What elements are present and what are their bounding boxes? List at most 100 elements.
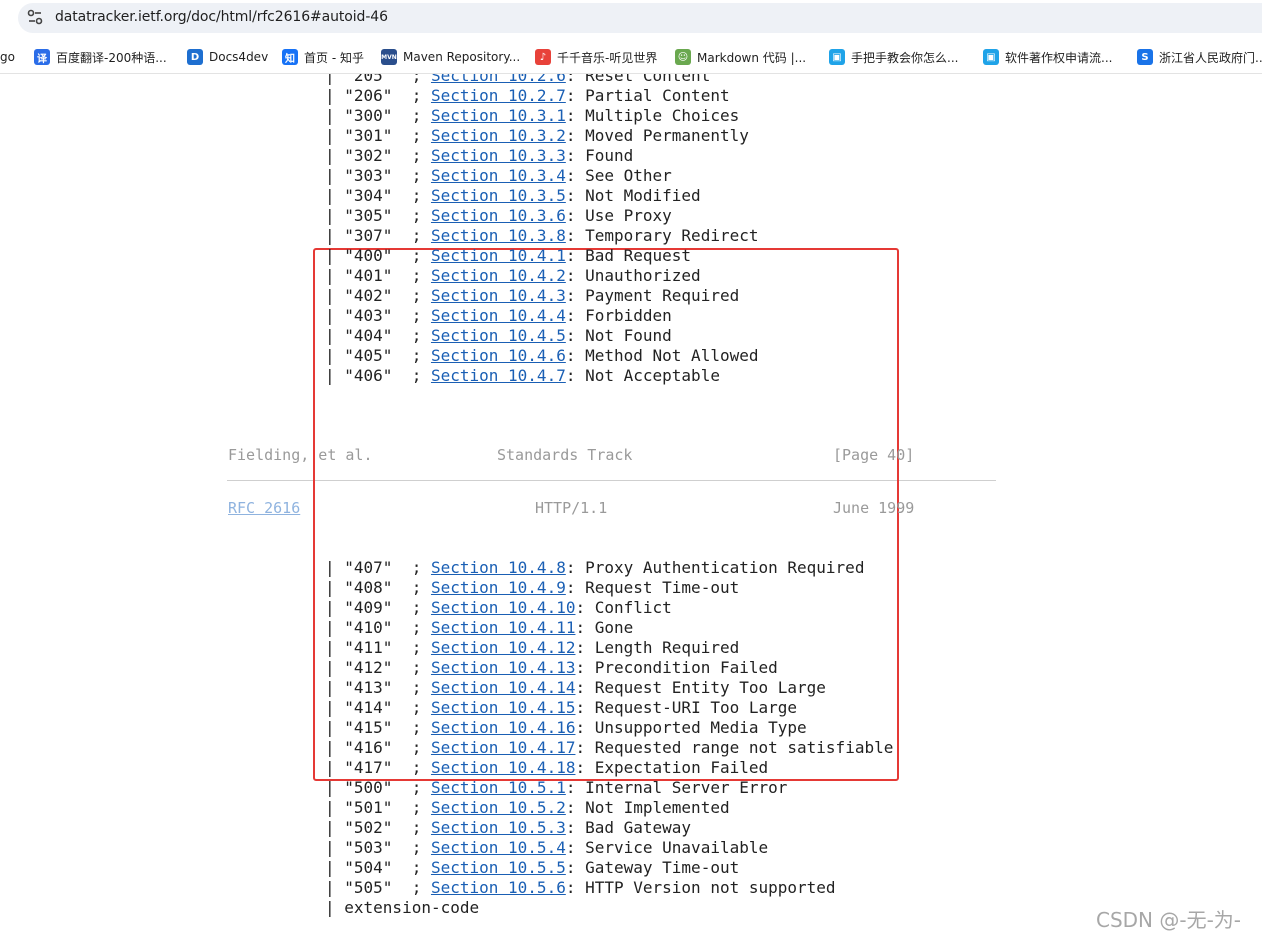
reason-phrase: : Method Not Allowed — [565, 346, 759, 365]
status-code: | "417" ; — [325, 758, 431, 777]
page-header-left[interactable]: RFC 2616 — [228, 498, 300, 518]
status-code: | "301" ; — [325, 126, 431, 145]
bookmark-label: 手把手教会你怎么... — [851, 50, 959, 65]
address-bar-area: datatracker.ietf.org/doc/html/rfc2616#au… — [0, 0, 1262, 37]
page-footer-left: Fielding, et al. — [228, 446, 373, 464]
section-link[interactable]: Section 10.4.8 — [431, 558, 566, 577]
status-code-line: | "402" ; Section 10.4.3: Payment Requir… — [325, 286, 739, 306]
status-code: | "409" ; — [325, 598, 431, 617]
status-code-line: | "413" ; Section 10.4.14: Request Entit… — [325, 678, 826, 698]
reason-phrase: : Unsupported Media Type — [575, 718, 807, 737]
status-code: | "305" ; — [325, 206, 431, 225]
status-code-line: | "307" ; Section 10.3.8: Temporary Redi… — [325, 226, 758, 246]
status-code-line: | "407" ; Section 10.4.8: Proxy Authenti… — [325, 558, 864, 578]
bookmark-item[interactable]: ▣ 软件著作权申请流... — [983, 48, 1112, 66]
section-link[interactable]: Section 10.2.6 — [431, 74, 566, 85]
reason-phrase: : Payment Required — [565, 286, 740, 305]
section-link[interactable]: Section 10.5.1 — [431, 778, 566, 797]
status-code: | "412" ; — [325, 658, 431, 677]
page-break-rule — [227, 480, 996, 481]
bookmark-item[interactable]: 译百度翻译-200种语... — [34, 48, 167, 66]
status-code-line: | "505" ; Section 10.5.6: HTTP Version n… — [325, 878, 836, 898]
section-link[interactable]: Section 10.3.4 — [431, 166, 566, 185]
status-code: | "503" ; — [325, 838, 431, 857]
section-link[interactable]: Section 10.4.1 — [431, 246, 566, 265]
status-code: | "400" ; — [325, 246, 431, 265]
section-link[interactable]: Section 10.4.15 — [431, 698, 576, 717]
section-link[interactable]: Section 10.3.3 — [431, 146, 566, 165]
rfc-link[interactable]: RFC 2616 — [228, 499, 300, 517]
status-code: | "206" ; — [325, 86, 431, 105]
status-code: | "413" ; — [325, 678, 431, 697]
status-code-line: | "405" ; Section 10.4.6: Method Not All… — [325, 346, 758, 366]
section-link[interactable]: Section 10.4.18 — [431, 758, 576, 777]
bookmark-item[interactable]: D Docs4dev — [187, 48, 268, 66]
bookmark-item[interactable]: MVN Maven Repository... — [381, 48, 520, 66]
section-link[interactable]: Section 10.5.4 — [431, 838, 566, 857]
section-link[interactable]: Section 10.3.6 — [431, 206, 566, 225]
rfc-document: | "205" ; Section 10.2.6: Reset Content |… — [0, 74, 1262, 940]
bookmark-item[interactable]: ♪ 千千音乐-听见世界 — [535, 48, 657, 66]
status-code-line: | "205" ; Section 10.2.6: Reset Content — [325, 74, 710, 86]
status-code-line: | "411" ; Section 10.4.12: Length Requir… — [325, 638, 739, 658]
reason-phrase: : HTTP Version not supported — [565, 878, 836, 897]
bookmark-favicon-icon: D — [187, 49, 203, 65]
reason-phrase: : Internal Server Error — [565, 778, 788, 797]
status-code: | "407" ; — [325, 558, 431, 577]
section-link[interactable]: Section 10.2.7 — [431, 86, 566, 105]
section-link[interactable]: Section 10.4.7 — [431, 366, 566, 385]
status-code: | "502" ; — [325, 818, 431, 837]
section-link[interactable]: Section 10.4.14 — [431, 678, 576, 697]
section-link[interactable]: Section 10.4.12 — [431, 638, 576, 657]
section-link[interactable]: Section 10.3.5 — [431, 186, 566, 205]
reason-phrase: : Multiple Choices — [565, 106, 740, 125]
section-link[interactable]: Section 10.4.9 — [431, 578, 566, 597]
status-code: | "408" ; — [325, 578, 431, 597]
bookmark-item[interactable]: 知首页 - 知乎 — [282, 48, 364, 66]
bookmark-item[interactable]: S 浙江省人民政府门... — [1137, 48, 1262, 66]
section-link[interactable]: Section 10.4.2 — [431, 266, 566, 285]
section-link[interactable]: Section 10.5.3 — [431, 818, 566, 837]
status-code: | "300" ; — [325, 106, 431, 125]
status-code-line: | "502" ; Section 10.5.3: Bad Gateway — [325, 818, 691, 838]
section-link[interactable]: Section 10.3.8 — [431, 226, 566, 245]
section-link[interactable]: Section 10.3.2 — [431, 126, 566, 145]
section-link[interactable]: Section 10.4.13 — [431, 658, 576, 677]
bookmark-item[interactable]: ☺ Markdown 代码 |... — [675, 48, 806, 66]
status-code: | "410" ; — [325, 618, 431, 637]
status-code-line: | "305" ; Section 10.3.6: Use Proxy — [325, 206, 672, 226]
section-link[interactable]: Section 10.4.6 — [431, 346, 566, 365]
reason-phrase: : Gone — [575, 618, 634, 637]
bookmark-item[interactable]: ▣ 手把手教会你怎么... — [829, 48, 958, 66]
section-link[interactable]: Section 10.4.11 — [431, 618, 576, 637]
section-link[interactable]: Section 10.4.5 — [431, 326, 566, 345]
status-code-line: | "300" ; Section 10.3.1: Multiple Choic… — [325, 106, 739, 126]
bookmark-item[interactable]: go — [0, 48, 15, 66]
section-link[interactable]: Section 10.5.2 — [431, 798, 566, 817]
section-link[interactable]: Section 10.4.3 — [431, 286, 566, 305]
status-code: | "415" ; — [325, 718, 431, 737]
status-code: | "501" ; — [325, 798, 431, 817]
status-code: | "414" ; — [325, 698, 431, 717]
section-link[interactable]: Section 10.4.17 — [431, 738, 576, 757]
section-link[interactable]: Section 10.5.5 — [431, 858, 566, 877]
bookmark-label: 软件著作权申请流... — [1005, 50, 1113, 65]
status-code: | "411" ; — [325, 638, 431, 657]
reason-phrase: : Service Unavailable — [565, 838, 769, 857]
status-code-line: | "406" ; Section 10.4.7: Not Acceptable — [325, 366, 720, 386]
page-header-right: June 1999 — [833, 499, 915, 517]
reason-phrase: : Requested range not satisfiable — [575, 738, 894, 757]
status-code-line: | "301" ; Section 10.3.2: Moved Permanen… — [325, 126, 749, 146]
section-link[interactable]: Section 10.4.10 — [431, 598, 576, 617]
section-link[interactable]: Section 10.3.1 — [431, 106, 566, 125]
reason-phrase: : Not Found — [565, 326, 672, 345]
status-code: | "304" ; — [325, 186, 431, 205]
url-text[interactable]: datatracker.ietf.org/doc/html/rfc2616#au… — [55, 9, 388, 25]
status-code: | "402" ; — [325, 286, 431, 305]
section-link[interactable]: Section 10.4.16 — [431, 718, 576, 737]
section-link[interactable]: Section 10.4.4 — [431, 306, 566, 325]
reason-phrase: : Bad Request — [565, 246, 692, 265]
rule-bar: | — [325, 898, 345, 917]
section-link[interactable]: Section 10.5.6 — [431, 878, 566, 897]
site-settings-icon[interactable] — [26, 8, 44, 26]
